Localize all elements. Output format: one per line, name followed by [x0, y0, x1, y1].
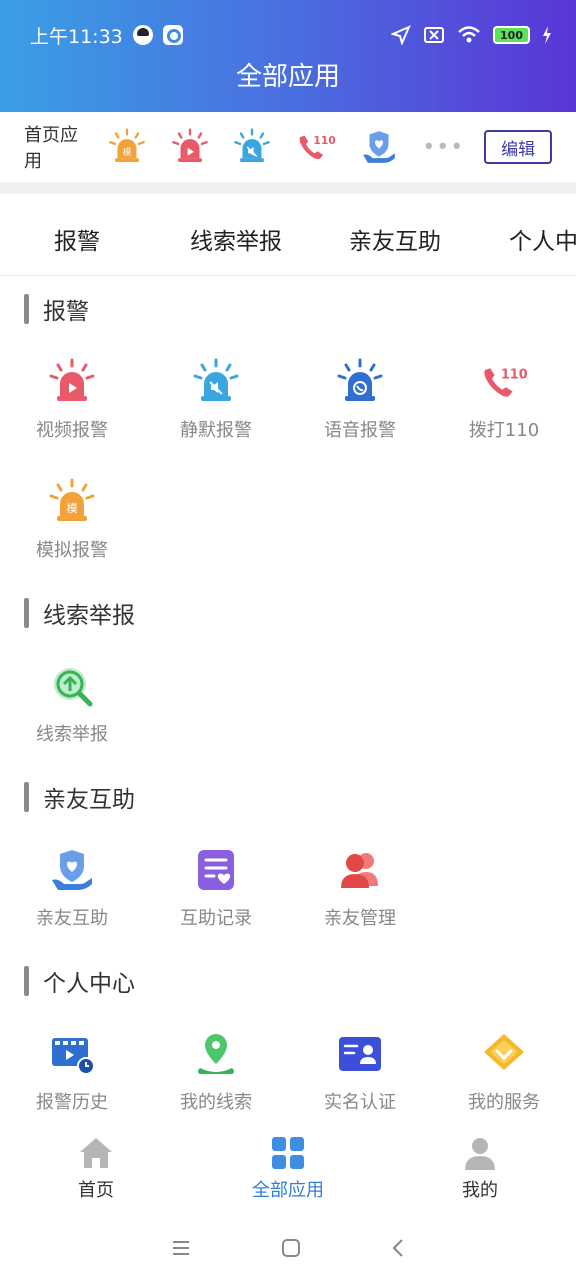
back-icon[interactable]: [391, 1238, 405, 1258]
svg-text:模: 模: [67, 502, 78, 515]
menu-icon[interactable]: [171, 1240, 191, 1256]
section-title-text: 报警: [43, 299, 89, 325]
tab-alarm[interactable]: 报警: [54, 222, 100, 256]
tab-family-help[interactable]: 亲友互助: [349, 222, 441, 256]
app-label: 线索举报: [36, 724, 108, 745]
alarm-history-icon: [52, 1038, 95, 1075]
page-title: 全部应用: [235, 62, 340, 92]
help-record-icon: [198, 850, 234, 890]
svg-text:模: 模: [123, 147, 132, 158]
app-mock-alarm[interactable]: 模 模拟报警: [12, 478, 132, 562]
status-bar: 上午11:33 100: [30, 20, 552, 50]
svg-text:110: 110: [313, 134, 335, 147]
nav-all-apps[interactable]: 全部应用: [192, 1130, 384, 1210]
app-video-alarm[interactable]: 视频报警: [12, 358, 132, 442]
app-voice-alarm[interactable]: 语音报警: [300, 358, 420, 442]
video-alarm-icon: [49, 358, 95, 401]
app-notification-icon: [162, 25, 183, 45]
silent-alarm-icon[interactable]: [233, 127, 272, 167]
app-label: 实名认证: [324, 1092, 396, 1113]
app-help-record[interactable]: 互助记录: [156, 846, 276, 930]
no-sim-icon: [424, 27, 445, 43]
status-right: 100: [391, 25, 552, 45]
app-label: 我的线索: [180, 1092, 252, 1113]
app-label: 视频报警: [36, 420, 108, 441]
video-alarm-icon[interactable]: [170, 127, 209, 167]
app-my-clues[interactable]: 我的线索: [156, 1030, 276, 1114]
charging-icon: [543, 26, 551, 44]
category-tabs: 报警 线索举报 亲友互助 个人中: [0, 194, 576, 276]
app-label: 拨打110: [468, 420, 540, 441]
tab-personal-center[interactable]: 个人中: [509, 222, 576, 256]
nav-label: 首页: [78, 1180, 114, 1201]
section-marker: [24, 966, 29, 996]
more-dots: •••: [422, 134, 465, 160]
home-square-icon[interactable]: [281, 1238, 301, 1258]
wifi-icon: [458, 26, 480, 43]
svg-text:110: 110: [501, 368, 528, 383]
app-alarm-history[interactable]: 报警历史: [12, 1030, 132, 1114]
app-label: 语音报警: [324, 420, 396, 441]
section-marker: [24, 782, 29, 812]
grid-icon: [272, 1137, 304, 1169]
app-family-manage[interactable]: 亲友管理: [300, 846, 420, 930]
clue-report-icon: [54, 668, 93, 707]
police-app-notification-icon: [132, 25, 153, 45]
app-real-name[interactable]: 实名认证: [300, 1030, 420, 1114]
nav-label: 全部应用: [252, 1180, 324, 1201]
battery-indicator: 100: [493, 26, 530, 44]
family-manage-icon: [341, 853, 378, 888]
silent-alarm-icon: [193, 358, 239, 401]
home-icon: [80, 1138, 112, 1168]
system-nav-bar: [0, 1216, 576, 1280]
section-title-personal-center: 个人中心: [24, 964, 135, 998]
divider: [0, 182, 576, 194]
app-label: 互助记录: [180, 908, 252, 929]
my-clues-icon: [198, 1034, 234, 1074]
nav-label: 我的: [462, 1180, 498, 1201]
family-help-icon: [52, 850, 92, 890]
bottom-nav: 首页 全部应用 我的: [0, 1130, 576, 1210]
app-label: 亲友互助: [36, 908, 108, 929]
dial-110-icon: 110: [484, 368, 528, 397]
app-label: 报警历史: [36, 1092, 108, 1113]
app-label: 我的服务: [468, 1092, 540, 1113]
app-label: 模拟报警: [36, 540, 108, 561]
app-clue-report[interactable]: 线索举报: [12, 662, 132, 746]
section-title-family-help: 亲友互助: [24, 780, 135, 814]
app-label: 亲友管理: [324, 908, 396, 929]
profile-icon: [465, 1138, 495, 1170]
mock-alarm-icon[interactable]: 模: [108, 127, 147, 167]
section-title-text: 线索举报: [43, 603, 135, 629]
app-family-help[interactable]: 亲友互助: [12, 846, 132, 930]
voice-alarm-icon: [337, 358, 383, 401]
location-icon: [391, 25, 411, 45]
section-title-text: 亲友互助: [43, 787, 135, 813]
section-title-clue-report: 线索举报: [24, 596, 135, 630]
family-help-icon[interactable]: [360, 127, 399, 167]
nav-home[interactable]: 首页: [0, 1130, 192, 1210]
dial-110-icon[interactable]: 110: [296, 127, 336, 167]
app-dial-110[interactable]: 110 拨打110: [444, 358, 564, 442]
nav-profile[interactable]: 我的: [384, 1130, 576, 1210]
app-silent-alarm[interactable]: 静默报警: [156, 358, 276, 442]
section-title-alarm: 报警: [24, 292, 89, 326]
app-label: 静默报警: [180, 420, 252, 441]
my-services-icon: [484, 1034, 524, 1070]
section-title-text: 个人中心: [43, 971, 135, 997]
real-name-icon: [339, 1037, 381, 1071]
status-time: 上午11:33: [30, 25, 123, 48]
section-marker: [24, 598, 29, 628]
mock-alarm-icon: 模: [49, 478, 95, 521]
home-apps-label: 首页应用: [24, 125, 78, 172]
home-apps-bar: 首页应用 模 110 ••• 编辑: [0, 112, 576, 182]
tab-clue-report[interactable]: 线索举报: [190, 222, 282, 256]
section-marker: [24, 294, 29, 324]
app-header: 上午11:33 100 全部应用: [0, 0, 576, 112]
app-my-services[interactable]: 我的服务: [444, 1030, 564, 1114]
edit-button[interactable]: 编辑: [484, 130, 553, 164]
